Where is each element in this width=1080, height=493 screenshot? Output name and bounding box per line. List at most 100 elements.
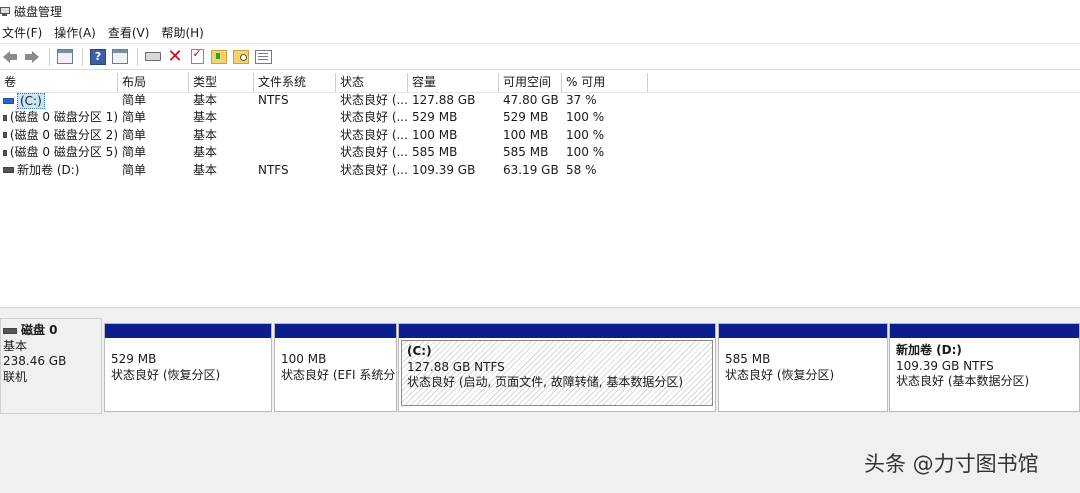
free-cell: 47.80 GB xyxy=(503,93,559,107)
col-volume[interactable]: 卷 xyxy=(0,73,118,92)
status-cell: 状态良好 (... xyxy=(340,145,408,160)
table-row[interactable]: (磁盘 0 磁盘分区 2) 简单 基本 状态良好 (... 100 MB 100… xyxy=(0,127,650,144)
disk-title-row: 磁盘 0 xyxy=(3,323,99,339)
partition-status: 状态良好 (EFI 系统分区) xyxy=(281,367,396,382)
table-row[interactable]: 新加卷 (D:) 简单 基本 NTFS 状态良好 (... 109.39 GB … xyxy=(0,162,650,179)
type-cell: 基本 xyxy=(193,162,218,177)
status-cell: 状态良好 (... xyxy=(340,127,408,142)
percent-cell: 100 % xyxy=(566,110,605,125)
menu-help[interactable]: 帮助(H) xyxy=(159,24,211,41)
partition-body: (C:) 127.88 GB NTFS 状态良好 (启动, 页面文件, 故障转储… xyxy=(401,340,713,406)
col-free-space[interactable]: 可用空间 xyxy=(499,73,562,92)
menu-action[interactable]: 操作(A) xyxy=(52,24,104,41)
help-icon[interactable]: ? xyxy=(88,47,108,67)
filesystem-cell: NTFS xyxy=(258,162,289,177)
back-arrow-icon[interactable] xyxy=(0,47,20,67)
capacity-cell: 585 MB xyxy=(412,145,458,160)
partition-body: 100 MB 状态良好 (EFI 系统分区) xyxy=(275,338,396,388)
status-cell: 状态良好 (... xyxy=(340,110,408,125)
column-header: 卷 布局 类型 文件系统 状态 容量 可用空间 % 可用 xyxy=(0,73,650,93)
col-percent-free[interactable]: % 可用 xyxy=(562,73,648,92)
partition-bar xyxy=(105,324,271,338)
partition-bar xyxy=(399,324,715,338)
col-filesystem[interactable]: 文件系统 xyxy=(254,73,336,92)
partition-status: 状态良好 (恢复分区) xyxy=(725,367,835,382)
toolbar-separator xyxy=(49,47,50,66)
free-cell: 100 MB xyxy=(503,127,549,142)
watermark: 头条 @力寸图书馆 xyxy=(864,452,1039,476)
type-cell: 基本 xyxy=(193,127,218,142)
partition-size: 100 MB xyxy=(281,352,327,366)
table-row[interactable]: (磁盘 0 磁盘分区 1) 简单 基本 状态良好 (... 529 MB 529… xyxy=(0,109,650,126)
disk-0-label[interactable]: 磁盘 0 基本 238.46 GB 联机 xyxy=(0,318,102,414)
disk-title: 磁盘 0 xyxy=(21,323,58,337)
partition-size: 585 MB xyxy=(725,352,771,366)
toolbar-separator xyxy=(137,47,138,66)
partition-body: 529 MB 状态良好 (恢复分区) xyxy=(105,338,271,388)
free-cell: 585 MB xyxy=(503,145,549,160)
volume-name-cell: (磁盘 0 磁盘分区 1) xyxy=(0,109,118,126)
column-header-filler xyxy=(650,73,1080,93)
list-view-icon[interactable] xyxy=(253,47,273,67)
volume-icon xyxy=(3,149,7,156)
table-row[interactable]: (磁盘 0 磁盘分区 5) 简单 基本 状态良好 (... 585 MB 585… xyxy=(0,144,650,161)
layout-cell: 简单 xyxy=(122,93,147,107)
partition-recovery-2[interactable]: 585 MB 状态良好 (恢复分区) xyxy=(718,323,888,412)
disk-state: 联机 xyxy=(3,369,28,384)
partition-size: 109.39 GB NTFS xyxy=(896,358,994,373)
connect-disk-icon[interactable] xyxy=(143,47,163,67)
partition-recovery-1[interactable]: 529 MB 状态良好 (恢复分区) xyxy=(104,323,272,412)
console-tree-icon[interactable] xyxy=(55,47,75,67)
menu-view[interactable]: 查看(V) xyxy=(106,24,158,41)
partition-efi[interactable]: 100 MB 状态良好 (EFI 系统分区) xyxy=(274,323,397,412)
volume-name: (磁盘 0 磁盘分区 1) xyxy=(9,110,118,125)
type-cell: 基本 xyxy=(193,110,218,125)
partition-name: 新加卷 (D:) xyxy=(896,343,962,357)
capacity-cell: 109.39 GB xyxy=(412,162,476,177)
percent-cell: 100 % xyxy=(566,127,605,142)
check-icon[interactable] xyxy=(187,47,207,67)
toolbar: ? ✕ xyxy=(0,43,1080,70)
free-cell: 63.19 GB xyxy=(503,162,559,177)
table-row[interactable]: (C:) 简单 基本 NTFS 状态良好 (... 127.88 GB 47.8… xyxy=(0,92,650,109)
menu-file[interactable]: 文件(F) xyxy=(0,24,50,41)
partition-body: 新加卷 (D:) 109.39 GB NTFS 状态良好 (基本数据分区) xyxy=(890,338,1079,395)
disk-type: 基本 xyxy=(3,338,28,353)
layout-cell: 简单 xyxy=(122,127,147,142)
capacity-cell: 529 MB xyxy=(412,110,458,125)
partition-name: (C:) xyxy=(407,344,432,358)
delete-icon[interactable]: ✕ xyxy=(165,47,185,67)
col-status[interactable]: 状态 xyxy=(336,73,408,92)
partition-c[interactable]: (C:) 127.88 GB NTFS 状态良好 (启动, 页面文件, 故障转储… xyxy=(398,323,716,412)
toolbar-separator xyxy=(82,47,83,66)
forward-arrow-icon[interactable] xyxy=(22,47,42,67)
type-cell: 基本 xyxy=(193,93,218,107)
percent-cell: 100 % xyxy=(566,145,605,160)
type-cell: 基本 xyxy=(193,145,218,160)
partition-bar xyxy=(890,324,1079,338)
filesystem-cell xyxy=(254,144,336,161)
volume-name-cell: (C:) xyxy=(0,92,118,109)
volume-name-cell: (磁盘 0 磁盘分区 2) xyxy=(0,127,118,144)
disk-icon xyxy=(3,327,17,334)
partition-status: 状态良好 (恢复分区) xyxy=(111,367,221,382)
status-cell: 状态良好 (... xyxy=(340,93,408,107)
volume-name-cell: 新加卷 (D:) xyxy=(0,162,118,179)
layout-cell: 简单 xyxy=(122,145,147,160)
col-capacity[interactable]: 容量 xyxy=(408,73,499,92)
percent-cell: 37 % xyxy=(566,93,597,107)
folder-search-icon[interactable] xyxy=(231,47,251,67)
volume-list: 卷 布局 类型 文件系统 状态 容量 可用空间 % 可用 (C:) 简单 基本 … xyxy=(0,73,1080,307)
properties-pane-icon[interactable] xyxy=(110,47,130,67)
volume-name-cell: (磁盘 0 磁盘分区 5) xyxy=(0,144,118,161)
col-type[interactable]: 类型 xyxy=(189,73,254,92)
percent-cell: 58 % xyxy=(566,162,597,177)
window-title: 磁盘管理 xyxy=(14,4,63,19)
partition-status: 状态良好 (基本数据分区) xyxy=(896,374,1030,388)
col-layout[interactable]: 布局 xyxy=(118,73,189,92)
folder-up-icon[interactable] xyxy=(209,47,229,67)
volume-rows: (C:) 简单 基本 NTFS 状态良好 (... 127.88 GB 47.8… xyxy=(0,92,650,179)
volume-name: (C:) xyxy=(17,92,45,109)
disk-size: 238.46 GB xyxy=(3,354,67,368)
partition-d[interactable]: 新加卷 (D:) 109.39 GB NTFS 状态良好 (基本数据分区) xyxy=(889,323,1080,412)
